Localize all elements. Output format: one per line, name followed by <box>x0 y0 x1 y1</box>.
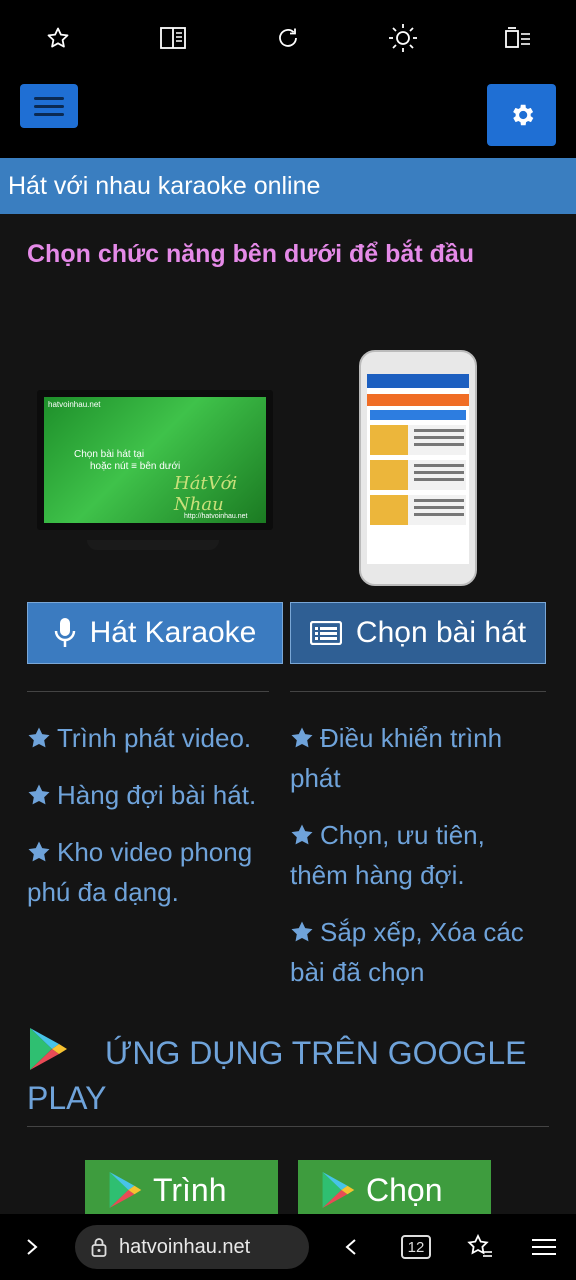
tv-line2: hoặc nút ≡ bên dưới <box>90 461 181 472</box>
bookmarks-icon[interactable] <box>464 1231 496 1263</box>
feature-item: Điều khiển trình phát <box>290 723 503 793</box>
google-play-icon <box>322 1172 355 1208</box>
hamburger-icon <box>34 96 64 100</box>
page-menu-icon[interactable] <box>498 18 538 58</box>
gp-chon-button[interactable]: Chọn <box>298 1160 491 1220</box>
browser-bottom-bar: hatvoinhau.net 12 <box>0 1214 576 1280</box>
list-icon <box>309 621 342 645</box>
menu-button[interactable] <box>20 84 78 128</box>
divider <box>27 1126 549 1127</box>
action-buttons: Hát Karaoke Chọn bài hát <box>27 602 546 664</box>
google-play-icon <box>109 1172 142 1208</box>
browser-toolbar <box>0 0 576 76</box>
settings-button[interactable] <box>487 84 556 146</box>
feature-item: Hàng đợi bài hát. <box>27 775 275 815</box>
feature-item: Sắp xếp, Xóa các bài đã chọn <box>290 917 524 987</box>
tv-line1: Chọn bài hát tại <box>74 449 145 460</box>
gp-chon-label: Chọn <box>366 1171 443 1208</box>
microphone-icon <box>54 618 75 647</box>
features-right: Điều khiển trình phát Chọn, ưu tiên, thê… <box>290 718 538 1009</box>
feature-item: Trình phát video. <box>27 718 275 758</box>
star-icon[interactable] <box>38 18 78 58</box>
feature-item: Chọn, ưu tiên, thêm hàng đợi. <box>290 820 485 890</box>
reader-mode-icon[interactable] <box>153 18 193 58</box>
brightness-icon[interactable] <box>383 18 423 58</box>
tabs-button[interactable]: 12 <box>400 1231 432 1263</box>
star-icon <box>291 824 313 845</box>
features-left: Trình phát video. Hàng đợi bài hát. Kho … <box>27 718 275 929</box>
tv-url: http://hatvoinhau.net <box>184 513 248 520</box>
site-navbar <box>0 76 576 158</box>
feature-item: Kho video phong phú đa dạng. <box>27 837 253 907</box>
forward-icon[interactable] <box>16 1231 48 1263</box>
back-icon[interactable] <box>335 1231 367 1263</box>
menu-icon[interactable] <box>528 1231 560 1263</box>
star-icon <box>291 727 313 748</box>
tv-illustration: hatvoinhau.net Chọn bài hát tại hoặc nút… <box>37 390 273 550</box>
site-title: Hát với nhau karaoke online <box>0 158 576 214</box>
star-icon <box>28 784 50 805</box>
hat-karaoke-label: Hát Karaoke <box>89 616 257 649</box>
gear-icon <box>512 104 533 126</box>
tv-logo: HátVới Nhau <box>174 473 238 515</box>
page-subtitle: Chọn chức năng bên dưới để bắt đầu <box>27 240 475 268</box>
lock-icon <box>91 1238 107 1257</box>
chon-bai-hat-label: Chọn bài hát <box>355 616 527 649</box>
star-icon <box>28 727 50 748</box>
tab-count: 12 <box>401 1235 431 1259</box>
google-play-icon <box>30 1028 67 1070</box>
hat-karaoke-button[interactable]: Hát Karaoke <box>27 602 283 664</box>
divider <box>27 691 269 692</box>
star-icon <box>28 841 50 862</box>
divider <box>290 691 546 692</box>
reload-icon[interactable] <box>268 18 308 58</box>
gp-trinh-label: Trình <box>153 1171 227 1208</box>
address-bar[interactable]: hatvoinhau.net <box>75 1225 309 1269</box>
phone-illustration <box>359 350 477 586</box>
google-play-heading: ỨNG DỤNG TRÊN GOOGLE PLAY <box>27 1026 547 1121</box>
star-icon <box>291 921 313 942</box>
main-content: Chọn chức năng bên dưới để bắt đầu hatvo… <box>0 214 576 1220</box>
address-url: hatvoinhau.net <box>119 1235 251 1258</box>
tv-stand <box>87 540 219 550</box>
chon-bai-hat-button[interactable]: Chọn bài hát <box>290 602 546 664</box>
tv-brand: hatvoinhau.net <box>48 400 101 409</box>
gp-trinh-button[interactable]: Trình <box>85 1160 278 1220</box>
